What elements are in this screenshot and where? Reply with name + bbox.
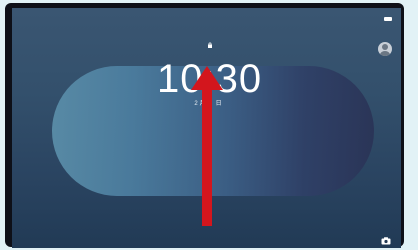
avatar-head: [382, 44, 388, 50]
user-avatar-icon[interactable]: [378, 42, 392, 56]
camera-icon[interactable]: [381, 237, 391, 245]
page-background: 10:30 2月 日: [0, 0, 418, 250]
avatar-body: [380, 51, 390, 56]
clock-time: 10:30: [157, 57, 263, 101]
clock-date: 2月 日: [194, 101, 224, 107]
battery-icon: [384, 17, 392, 21]
lock-icon: [208, 42, 212, 48]
tablet-frame: 10:30 2月 日: [5, 3, 404, 248]
lock-screen[interactable]: 10:30 2月 日: [12, 8, 401, 248]
